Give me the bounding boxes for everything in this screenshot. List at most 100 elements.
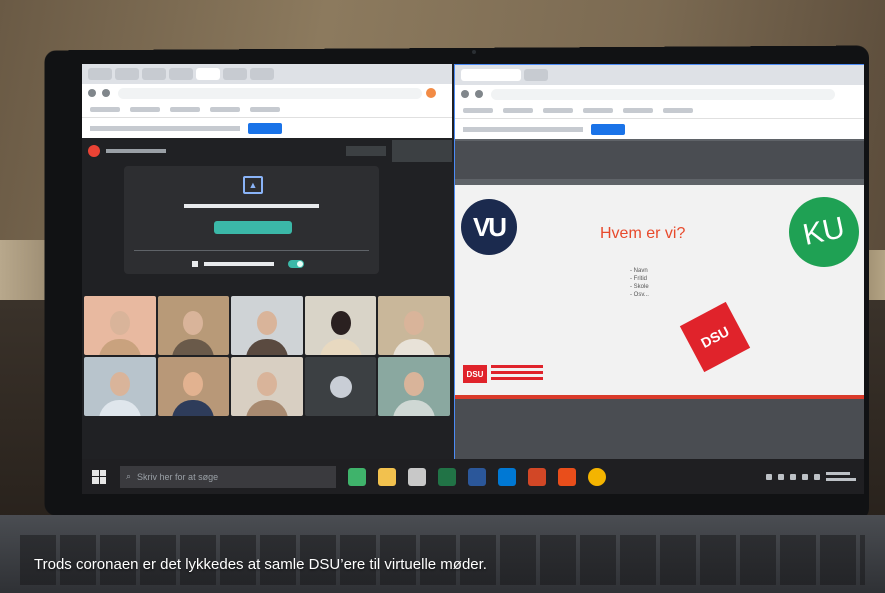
system-tray: [766, 472, 856, 481]
participant-face: [330, 311, 351, 336]
taskbar-powerpoint-icon[interactable]: [528, 467, 546, 486]
search-icon: ⌕: [126, 471, 132, 481]
browser-toolbar: [82, 84, 452, 102]
meet-header-controls[interactable]: [346, 146, 386, 156]
browser-toolbar: [455, 85, 864, 103]
bookmark-item[interactable]: [250, 107, 280, 112]
taskbar-search-placeholder: Skriv her for at søge: [137, 471, 219, 482]
bookmark-item[interactable]: [463, 108, 493, 113]
participant-tile[interactable]: [304, 296, 377, 355]
participant-tile[interactable]: [378, 296, 450, 355]
participant-tile-camera-off[interactable]: [304, 357, 377, 416]
participant-tile[interactable]: [84, 357, 156, 416]
bookmarks-bar: [455, 103, 864, 119]
browser-tab[interactable]: [142, 68, 166, 80]
slide-bullet: Skole: [630, 283, 649, 291]
participant-tile[interactable]: [157, 357, 230, 416]
tray-icon[interactable]: [790, 473, 796, 480]
taskbar-app-icon[interactable]: [348, 467, 366, 486]
taskbar-search-box[interactable]: ⌕ Skriv her for at søge: [120, 465, 336, 488]
back-icon[interactable]: [461, 90, 469, 98]
back-icon[interactable]: [88, 89, 96, 97]
self-view-thumbnail[interactable]: [392, 140, 452, 162]
slide-bullet: Navn: [630, 267, 649, 275]
browser-tab-active[interactable]: [196, 68, 220, 80]
taskbar-excel-icon[interactable]: [438, 467, 456, 486]
participant-body: [245, 339, 288, 355]
bookmark-item[interactable]: [503, 108, 533, 113]
stop-sharing-button[interactable]: [248, 122, 282, 134]
participant-face: [109, 311, 130, 336]
participant-face: [404, 311, 425, 336]
taskbar-clock[interactable]: [826, 472, 856, 481]
presentation-audio-toggle[interactable]: [288, 260, 304, 268]
bookmark-item[interactable]: [90, 107, 120, 112]
windows-taskbar: ⌕ Skriv her for at søge: [82, 459, 864, 494]
reload-icon[interactable]: [102, 89, 110, 97]
participant-body: [98, 400, 141, 416]
profile-avatar[interactable]: [426, 88, 436, 98]
bookmark-item[interactable]: [623, 108, 653, 113]
taskbar-chrome-icon[interactable]: [588, 467, 606, 486]
browser-tab[interactable]: [250, 68, 274, 80]
participant-grid: [84, 296, 450, 416]
browser-tab-active[interactable]: [461, 69, 521, 81]
participant-body: [245, 400, 288, 416]
taskbar-word-icon[interactable]: [468, 467, 486, 486]
presenting-badge: [88, 145, 100, 157]
browser-tab[interactable]: [88, 68, 112, 80]
bookmark-item[interactable]: [583, 108, 613, 113]
participant-face: [404, 372, 425, 397]
participant-face: [183, 372, 204, 397]
browser-tab[interactable]: [223, 68, 247, 80]
present-screen-icon: ▲: [243, 176, 263, 194]
bookmark-item[interactable]: [170, 107, 200, 112]
slides-browser-window: VU KU Hvem er vi? Navn Fritid Skole Osv.…: [454, 64, 864, 461]
participant-face: [183, 311, 204, 336]
participant-face: [256, 372, 277, 397]
address-bar[interactable]: [491, 88, 835, 100]
bookmark-item[interactable]: [130, 107, 160, 112]
speaker-icon: [192, 261, 198, 267]
slide-bullet: Fritid: [630, 275, 649, 283]
laptop-screen: ▲ VU KU Hvem er vi? - Navn - Fritid - Sk…: [82, 64, 864, 494]
slide-top-band: [455, 141, 864, 179]
presenting-label: [106, 149, 166, 153]
presentation-audio-label: [204, 262, 274, 266]
reload-icon[interactable]: [475, 90, 483, 98]
photo-caption: Trods coronaen er det lykkedes at samle …: [34, 556, 487, 573]
participant-tile[interactable]: [84, 296, 156, 355]
tray-icon[interactable]: [802, 473, 808, 480]
dsu-wordmark-text: [491, 365, 543, 383]
tray-icon[interactable]: [766, 473, 772, 480]
taskbar-app-icon[interactable]: [408, 467, 426, 486]
bookmark-item[interactable]: [543, 108, 573, 113]
ku-logo: KU: [782, 190, 864, 274]
tray-icon[interactable]: [778, 473, 784, 480]
slide-bottom-band: [455, 399, 864, 460]
info-bar-text: [90, 125, 240, 131]
participant-tile[interactable]: [231, 296, 303, 355]
browser-tab[interactable]: [524, 69, 548, 81]
browser-tab[interactable]: [169, 68, 193, 80]
stop-presenting-button[interactable]: [214, 221, 292, 234]
stop-sharing-button[interactable]: [591, 123, 625, 135]
vu-logo: VU: [461, 199, 517, 255]
participant-body: [393, 339, 436, 355]
taskbar-folder-icon[interactable]: [378, 467, 396, 486]
sharing-info-bar: [82, 118, 452, 138]
windows-start-icon[interactable]: [92, 469, 106, 484]
info-bar-text: [463, 126, 583, 132]
participant-tile[interactable]: [231, 357, 303, 416]
meet-browser-window: ▲: [82, 64, 452, 459]
browser-tab[interactable]: [115, 68, 139, 80]
taskbar-office-icon[interactable]: [558, 467, 576, 486]
participant-tile[interactable]: [157, 296, 230, 355]
bookmark-item[interactable]: [210, 107, 240, 112]
bookmark-item[interactable]: [663, 108, 693, 113]
tray-icon[interactable]: [814, 473, 820, 480]
sharing-info-bar: [455, 119, 864, 139]
address-bar[interactable]: [118, 87, 422, 99]
participant-tile[interactable]: [378, 357, 450, 416]
taskbar-outlook-icon[interactable]: [498, 467, 516, 486]
